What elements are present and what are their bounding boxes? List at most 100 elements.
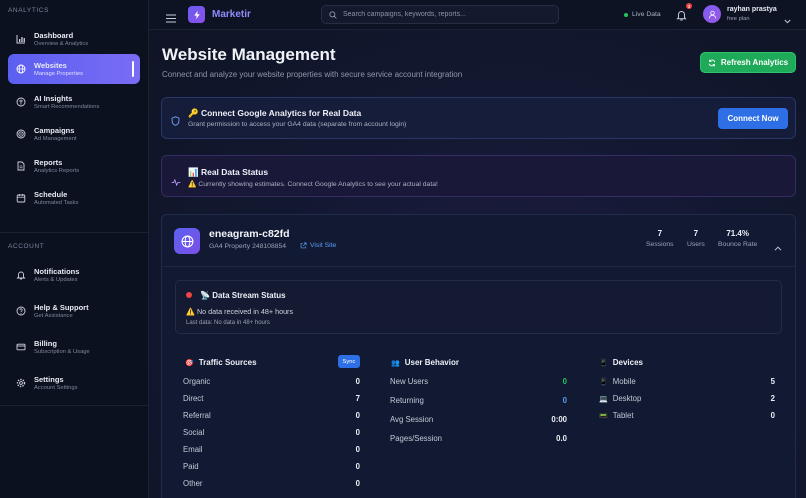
live-data-indicator: Live Data	[624, 11, 661, 18]
traffic-source-value: 0	[355, 462, 360, 471]
gear-icon	[16, 378, 26, 388]
document-icon	[16, 161, 26, 171]
sidebar-item-websites[interactable]: Websites Manage Properties	[8, 54, 140, 84]
sidebar-item-label: Websites	[34, 61, 67, 70]
property-name: eneagram-c82fd	[209, 228, 290, 240]
stat-sessions: 7 Sessions	[646, 229, 674, 248]
stat-label: Sessions	[646, 241, 674, 248]
stat-value: 7	[657, 229, 663, 238]
globe-icon	[174, 228, 200, 254]
real-data-status-card: 📊 Real Data Status ⚠️ Currently showing …	[161, 155, 796, 197]
chevron-up-icon[interactable]	[774, 238, 782, 251]
notification-bell-icon[interactable]	[676, 8, 687, 21]
search-bar[interactable]	[321, 5, 559, 24]
stat-label: Users	[687, 241, 705, 248]
calendar-icon	[16, 193, 26, 203]
user-behavior-title: 👥 User Behavior	[391, 358, 459, 367]
sidebar-item-dashboard[interactable]: Dashboard Overview & Analytics	[8, 24, 140, 54]
refresh-analytics-button[interactable]: Refresh Analytics	[700, 52, 796, 73]
stat-bounce-rate: 71.4% Bounce Rate	[718, 229, 757, 248]
sidebar-item-campaigns[interactable]: Campaigns Ad Management	[8, 119, 140, 149]
visit-site-link[interactable]: Visit Site	[300, 242, 336, 249]
device-label: 📱 Mobile	[599, 377, 636, 386]
page-subtitle: Connect and analyze your website propert…	[162, 70, 463, 79]
target-icon: 🎯	[185, 359, 194, 367]
behavior-value: 0	[562, 377, 567, 386]
sidebar-item-sublabel: Manage Properties	[34, 71, 83, 77]
property-card: eneagram-c82fd GA4 Property 248108854 Vi…	[161, 214, 796, 498]
traffic-source-label: Other	[183, 479, 203, 488]
sidebar-item-help-support[interactable]: Help & Support Get Assistance	[8, 296, 140, 326]
traffic-source-label: Email	[183, 445, 203, 454]
data-stream-last-data: Last data: No data in 48+ hours	[186, 320, 270, 326]
mobile-icon: 📱	[599, 378, 608, 386]
warning-icon: ⚠️	[186, 307, 195, 316]
search-icon	[329, 6, 337, 24]
main-content: Website Management Connect and analyze y…	[149, 30, 806, 498]
satellite-icon: 📡	[200, 291, 210, 300]
external-link-icon	[300, 242, 307, 249]
sync-button[interactable]: Sync	[338, 355, 360, 368]
traffic-source-label: Paid	[183, 462, 199, 471]
traffic-source-value: 0	[355, 445, 360, 454]
traffic-source-value: 0	[355, 411, 360, 420]
behavior-value: 0	[562, 396, 567, 405]
traffic-source-value: 0	[355, 479, 360, 488]
user-avatar[interactable]	[703, 5, 721, 23]
sidebar-item-billing[interactable]: Billing Subscription & Usage	[8, 332, 140, 362]
app-name[interactable]: Marketir	[212, 9, 251, 20]
sidebar: ANALYTICS Dashboard Overview & Analytics…	[0, 0, 149, 498]
connect-now-button[interactable]: Connect Now	[718, 108, 788, 129]
bar-chart-icon: 📊	[188, 167, 199, 177]
activity-pulse-icon	[171, 173, 181, 191]
stat-value: 71.4%	[726, 229, 749, 238]
brain-icon	[16, 97, 26, 107]
behavior-label: Returning	[390, 396, 424, 405]
live-status-dot	[624, 12, 628, 17]
traffic-source-value: 7	[355, 394, 360, 403]
logo-lightning-icon[interactable]	[188, 6, 205, 23]
device-value: 2	[770, 394, 775, 403]
device-label: 💻 Desktop	[599, 394, 642, 403]
globe-icon	[16, 64, 26, 74]
property-id: GA4 Property 248108854	[209, 243, 287, 250]
sidebar-item-label: Billing	[34, 339, 57, 348]
sidebar-item-sublabel: Subscription & Usage	[34, 349, 90, 355]
sidebar-item-schedule[interactable]: Schedule Automated Tasks	[8, 183, 140, 213]
refresh-analytics-label: Refresh Analytics	[720, 58, 789, 67]
bar-chart-icon	[16, 34, 26, 44]
chevron-down-icon[interactable]	[784, 11, 791, 24]
sidebar-item-label: AI Insights	[34, 94, 73, 103]
sidebar-divider	[0, 232, 149, 233]
sidebar-item-sublabel: Alerts & Updates	[34, 277, 78, 283]
traffic-sources-title: 🎯 Traffic Sources	[185, 358, 257, 367]
sidebar-item-notifications[interactable]: Notifications Alerts & Updates	[8, 260, 140, 290]
user-name[interactable]: rayhan prastya	[727, 6, 777, 13]
laptop-icon: 💻	[599, 395, 608, 403]
shield-icon	[171, 113, 180, 131]
devices-title: 📱 Devices	[599, 358, 643, 367]
stat-users: 7 Users	[687, 229, 705, 248]
sidebar-item-settings[interactable]: Settings Account Settings	[8, 368, 140, 398]
data-stream-title: 📡 Data Stream Status	[200, 291, 286, 300]
sidebar-item-label: Help & Support	[34, 303, 89, 312]
live-data-label: Live Data	[632, 11, 661, 18]
sidebar-item-label: Reports	[34, 158, 63, 167]
tablet-icon: 📟	[599, 412, 608, 420]
sidebar-item-label: Campaigns	[34, 126, 75, 135]
sidebar-item-label: Dashboard	[34, 31, 74, 40]
warning-icon: ⚠️	[188, 181, 197, 188]
sidebar-section-analytics: ANALYTICS	[8, 7, 50, 14]
property-header[interactable]: eneagram-c82fd GA4 Property 248108854 Vi…	[162, 215, 795, 267]
behavior-label: New Users	[390, 377, 429, 386]
sidebar-item-reports[interactable]: Reports Analytics Reports	[8, 151, 140, 181]
bell-icon	[16, 270, 26, 280]
notification-count-badge: 3	[686, 3, 692, 9]
page-title: Website Management	[162, 45, 336, 64]
hamburger-menu-icon[interactable]	[166, 10, 176, 23]
search-input[interactable]	[343, 11, 553, 18]
sidebar-item-ai-insights[interactable]: AI Insights Smart Recommendations	[8, 87, 140, 117]
sidebar-item-sublabel: Overview & Analytics	[34, 41, 89, 47]
behavior-value: 0:00	[551, 415, 567, 424]
refresh-icon	[708, 59, 716, 66]
